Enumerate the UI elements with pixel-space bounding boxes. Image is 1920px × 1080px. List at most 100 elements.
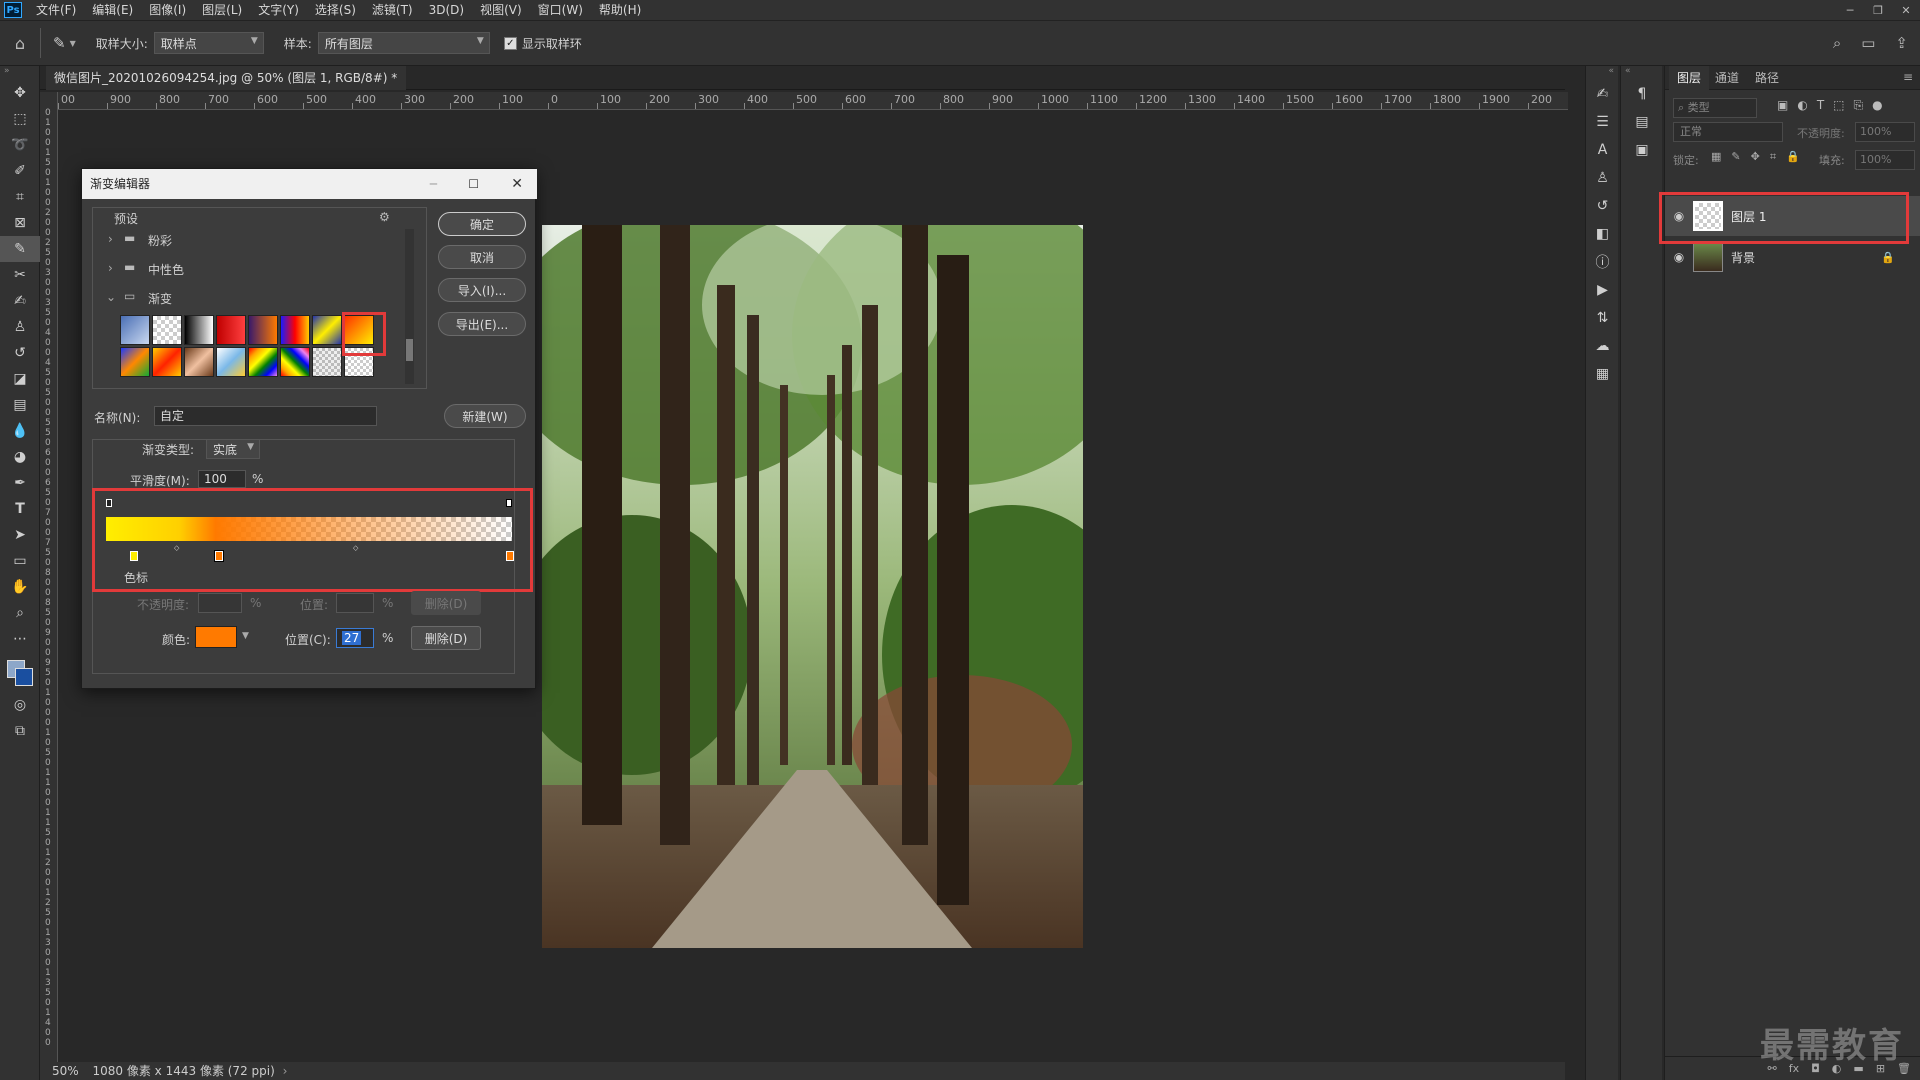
share-icon[interactable]: ⇪ — [1895, 34, 1908, 52]
hand-tool-icon[interactable]: ✋ — [0, 574, 40, 600]
gradient-preset-swatch[interactable] — [312, 315, 342, 345]
quick-mask-icon[interactable]: ◎ — [0, 692, 40, 718]
document-tab[interactable]: 微信图片_20201026094254.jpg @ 50% (图层 1, RGB… — [46, 66, 406, 109]
midpoint-diamond[interactable]: ◇ — [174, 544, 179, 552]
filter-toggle-icon[interactable]: ● — [1872, 98, 1882, 113]
delete-color-stop-button[interactable]: 删除(D) — [411, 626, 481, 650]
filter-adjustment-icon[interactable]: ◐ — [1797, 98, 1807, 113]
gradient-preset-swatch[interactable] — [152, 347, 182, 377]
gradient-preset-swatch[interactable] — [152, 315, 182, 345]
gradient-preset-swatch[interactable] — [184, 347, 214, 377]
tab-layers[interactable]: 图层 — [1669, 66, 1710, 90]
eyedropper-tool-active-icon[interactable]: ✎ — [0, 236, 40, 262]
move-tool-icon[interactable]: ✥ — [0, 80, 40, 106]
menu-item[interactable]: 选择(S) — [307, 0, 364, 20]
shape-tool-icon[interactable]: ▭ — [0, 548, 40, 574]
name-input[interactable]: 自定 — [154, 406, 377, 426]
lock-all-icon[interactable]: 🔒 — [1786, 150, 1800, 164]
maximize-icon[interactable]: ☐ — [468, 169, 479, 199]
actions-play-icon[interactable]: ▶ — [1586, 276, 1619, 304]
photoshop-logo[interactable]: Ps — [4, 2, 22, 18]
filter-shape-icon[interactable]: ⬚ — [1833, 98, 1844, 113]
minimize-icon[interactable]: ─ — [1836, 0, 1864, 20]
smoothness-field[interactable]: 100 — [198, 470, 246, 488]
lock-position-icon[interactable]: ✥ — [1751, 150, 1760, 164]
info-icon[interactable]: ⓘ — [1586, 248, 1619, 276]
menu-item[interactable]: 滤镜(T) — [364, 0, 421, 20]
marquee-tool-icon[interactable]: ⬚ — [0, 106, 40, 132]
collapse-icon[interactable]: « — [1621, 66, 1662, 80]
menu-item[interactable]: 窗口(W) — [530, 0, 591, 20]
gradient-preset-swatch[interactable] — [216, 347, 246, 377]
gradient-preset-swatch[interactable] — [120, 347, 150, 377]
properties-icon[interactable]: ▤ — [1621, 108, 1663, 136]
document-info[interactable]: 1080 像素 x 1443 像素 (72 ppi) — [93, 1064, 275, 1078]
libraries-icon[interactable]: ◧ — [1586, 220, 1619, 248]
stamp-tool-icon[interactable]: ♙ — [0, 314, 40, 340]
frame-tool-icon[interactable]: ⊠ — [0, 210, 40, 236]
visibility-eye-icon[interactable]: ◉ — [1665, 250, 1693, 264]
gradient-preset-swatch[interactable] — [184, 315, 214, 345]
adjustments-icon[interactable]: ☰ — [1586, 108, 1619, 136]
folder-gradients[interactable]: ⌄ ▭ 渐变 — [102, 285, 402, 309]
menu-item[interactable]: 帮助(H) — [591, 0, 649, 20]
table-icon[interactable]: ▦ — [1586, 360, 1619, 388]
lock-icon[interactable]: 🔒 — [1881, 251, 1895, 264]
layer-row-layer1[interactable]: ◉ 图层 1 — [1665, 196, 1920, 236]
home-icon[interactable]: ⌂ — [0, 34, 40, 53]
layer-filter-select[interactable]: ⌕ 类型 — [1673, 98, 1757, 118]
stop-color-swatch[interactable] — [195, 626, 237, 648]
gradient-preset-swatch[interactable] — [344, 315, 374, 345]
scrollbar-thumb[interactable] — [406, 339, 413, 361]
opacity-stop-left[interactable] — [106, 499, 112, 507]
color-stop-yellow[interactable] — [130, 551, 138, 561]
zoom-tool-icon[interactable]: ⌕ — [0, 600, 40, 626]
filter-smart-icon[interactable]: ⎘ — [1854, 98, 1864, 113]
gradient-preset-swatch[interactable] — [280, 315, 310, 345]
layer-row-background[interactable]: ◉ 背景 🔒 — [1665, 237, 1920, 277]
search-icon[interactable]: ⌕ — [1833, 34, 1841, 52]
quick-select-tool-icon[interactable]: ✐ — [0, 158, 40, 184]
opacity-stop-right[interactable] — [506, 499, 512, 507]
panel-menu-icon[interactable]: ≡ — [1903, 70, 1913, 84]
blur-tool-icon[interactable]: 💧 — [0, 418, 40, 444]
layer-name[interactable]: 背景 — [1731, 249, 1755, 266]
color-stop-orange-selected[interactable] — [215, 551, 223, 561]
type-tool-icon[interactable]: T — [0, 496, 40, 522]
gear-icon[interactable]: ⚙ — [379, 210, 390, 224]
color-swatches[interactable] — [0, 652, 39, 692]
sample-select[interactable]: 所有图层 ▼ — [317, 32, 490, 54]
collapse-toolbar-icon[interactable]: » — [0, 66, 39, 80]
folder-pastel[interactable]: › ▬ 粉彩 — [102, 227, 402, 251]
new-button[interactable]: 新建(W) — [444, 404, 526, 428]
clone-source-icon[interactable]: ♙ — [1586, 164, 1619, 192]
lock-artboard-icon[interactable]: ⌗ — [1770, 150, 1776, 164]
layer-name[interactable]: 图层 1 — [1731, 208, 1766, 225]
gradient-tool-icon[interactable]: ▤ — [0, 392, 40, 418]
stop-opacity-field[interactable] — [198, 593, 242, 613]
gradient-preset-swatch[interactable] — [248, 315, 278, 345]
stop-location-field-2[interactable]: 27 — [336, 628, 374, 648]
lasso-tool-icon[interactable]: ➰ — [0, 132, 40, 158]
filter-pixel-icon[interactable]: ▣ — [1777, 98, 1788, 113]
chevron-down-icon[interactable]: ▼ — [242, 631, 249, 641]
gradient-preset-swatch[interactable] — [216, 315, 246, 345]
brush-settings-icon[interactable]: ✍ — [1586, 80, 1619, 108]
menu-item[interactable]: 3D(D) — [421, 0, 472, 20]
import-button[interactable]: 导入(I)... — [438, 278, 526, 302]
gradient-preset-swatch[interactable] — [344, 347, 374, 377]
styles-icon[interactable]: ⇅ — [1586, 304, 1619, 332]
notes-icon[interactable]: ▣ — [1621, 136, 1663, 164]
menu-item[interactable]: 视图(V) — [472, 0, 530, 20]
color-stop-orange-end[interactable] — [506, 551, 514, 561]
menu-item[interactable]: 图像(I) — [141, 0, 194, 20]
menu-item[interactable]: 编辑(E) — [84, 0, 141, 20]
folder-neutral[interactable]: › ▬ 中性色 — [102, 256, 402, 280]
stop-location-field-1[interactable] — [336, 593, 374, 613]
eraser-tool-icon[interactable]: ◪ — [0, 366, 40, 392]
visibility-eye-icon[interactable]: ◉ — [1665, 209, 1693, 223]
restore-icon[interactable]: ❐ — [1864, 0, 1892, 20]
zoom-level[interactable]: 50% — [52, 1064, 79, 1078]
workspace-icon[interactable]: ▭ — [1861, 34, 1875, 52]
minimize-icon[interactable]: ─ — [430, 169, 437, 199]
